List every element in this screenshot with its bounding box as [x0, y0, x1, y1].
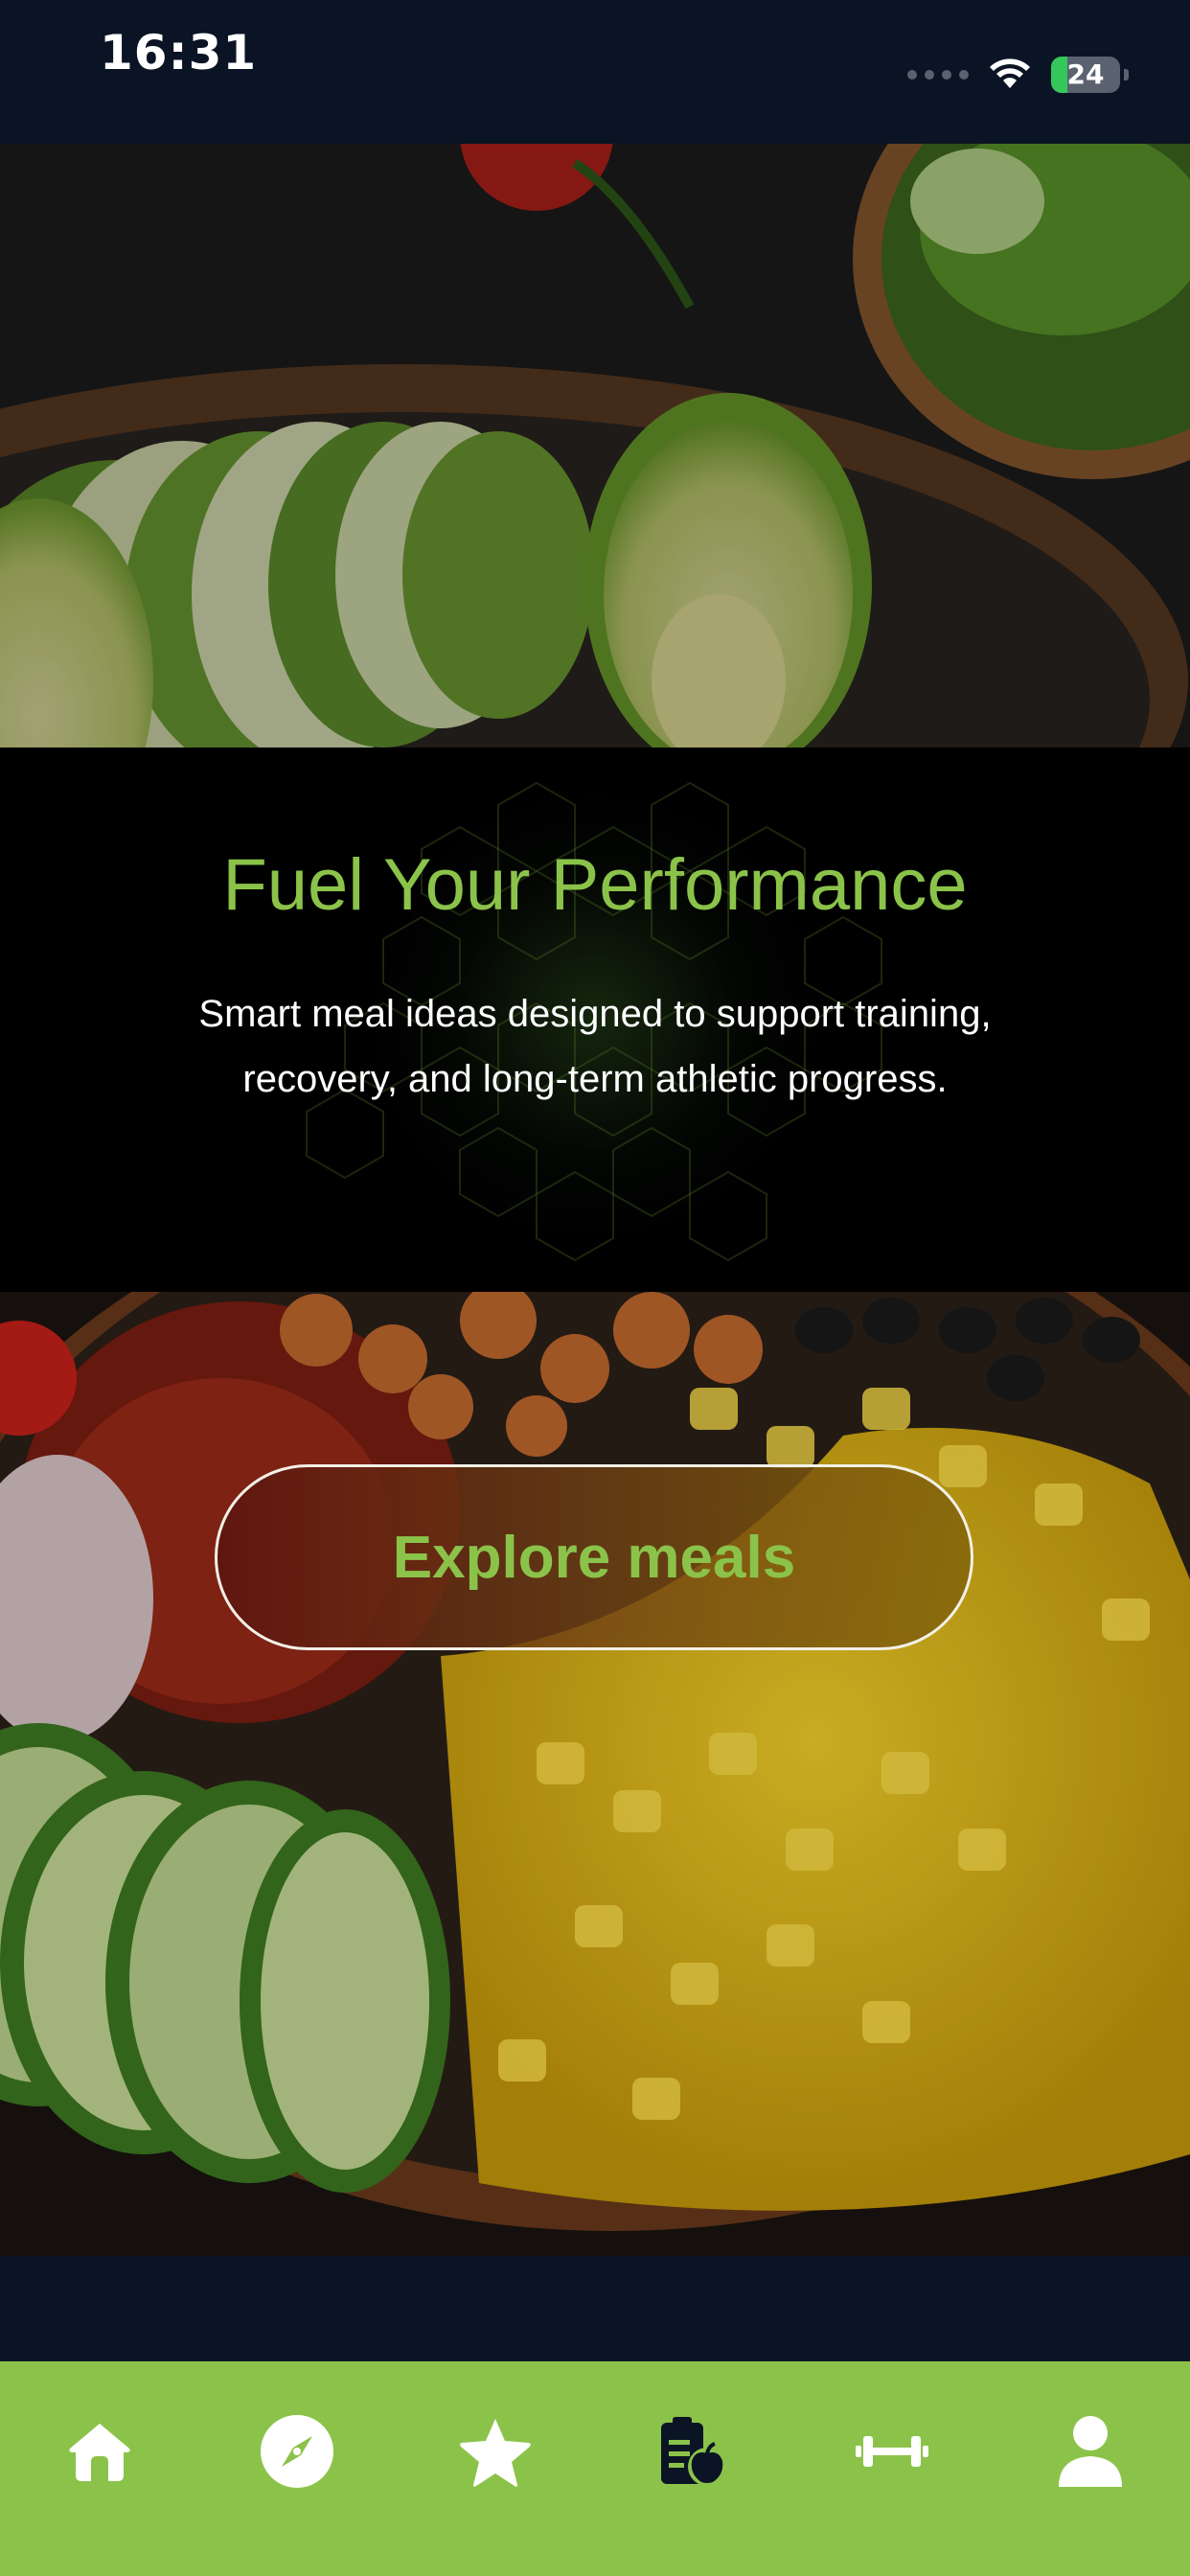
clipboard-apple-icon [657, 2415, 730, 2493]
compass-icon [261, 2414, 333, 2493]
bottom-tab-bar [0, 2361, 1190, 2576]
home-icon [66, 2420, 133, 2488]
tab-favorites[interactable] [447, 2405, 543, 2501]
explore-meals-button[interactable]: Explore meals [215, 1464, 973, 1650]
star-icon [458, 2416, 533, 2492]
battery-level: 24 [1066, 58, 1105, 90]
explore-meals-label: Explore meals [392, 1524, 796, 1591]
hero-subtitle-line-2: recovery, and long-term athletic progres… [242, 1058, 948, 1100]
status-bar: 16:31 24 [0, 0, 1190, 144]
dumbbell-icon [856, 2432, 928, 2475]
hero-title: Fuel Your Performance [222, 844, 968, 926]
hero-subtitle-line-1: Smart meal ideas designed to support tra… [198, 993, 992, 1035]
person-icon [1057, 2414, 1124, 2494]
status-time: 16:31 [100, 25, 258, 80]
battery-icon: 24 [1051, 56, 1120, 93]
tab-profile[interactable] [1042, 2405, 1138, 2501]
tab-home[interactable] [52, 2405, 148, 2501]
food-photo-bottom [0, 1292, 1190, 2256]
hero-subtitle: Smart meal ideas designed to support tra… [115, 981, 1075, 1112]
cellular-signal-icon [907, 69, 969, 80]
tab-meal-plan[interactable] [646, 2405, 742, 2501]
status-icons: 24 [907, 54, 1129, 95]
tab-explore[interactable] [249, 2405, 345, 2501]
hero-section: Fuel Your Performance Smart meal ideas d… [0, 748, 1190, 1292]
tab-workouts[interactable] [844, 2405, 940, 2501]
food-photo-top [0, 144, 1190, 748]
wifi-icon [986, 54, 1034, 95]
